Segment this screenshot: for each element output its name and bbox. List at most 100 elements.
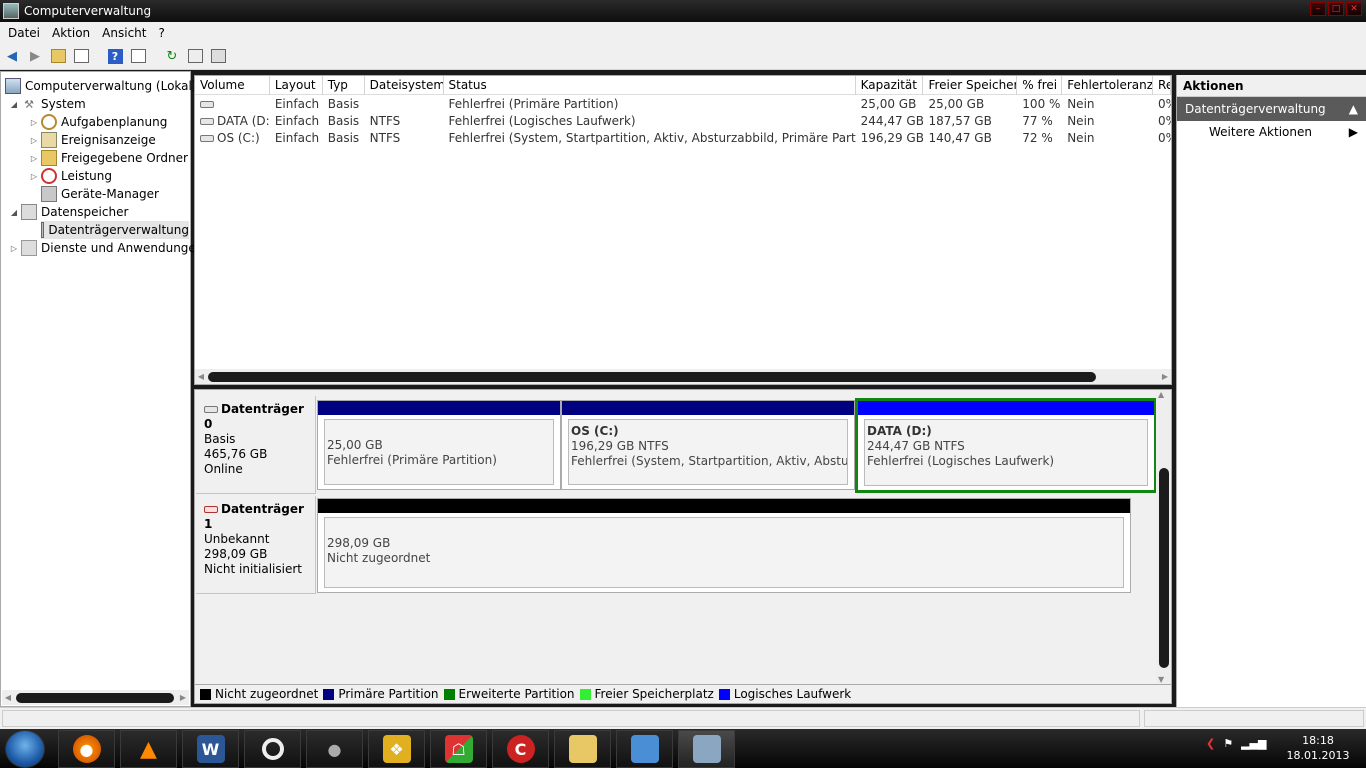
tree-item-geraete-manager[interactable]: Geräte-Manager	[41, 185, 159, 203]
column-status[interactable]: Status	[444, 76, 856, 95]
tree-item-leistung[interactable]: ▷ Leistung	[29, 167, 112, 185]
menu-help[interactable]: ?	[152, 26, 170, 40]
actions-section-datentraegerverwaltung[interactable]: Datenträgerverwaltung ▲	[1177, 97, 1366, 121]
tree-item-datenspeicher[interactable]: ◢ Datenspeicher	[9, 203, 128, 221]
disk-icon	[204, 406, 218, 413]
clock-icon	[41, 114, 57, 130]
word-taskbar-button[interactable]: W	[182, 730, 239, 768]
control-panel-taskbar-button[interactable]	[616, 730, 673, 768]
disk1-partition-unallocated[interactable]: 298,09 GB Nicht zugeordnet	[317, 498, 1131, 593]
properties-icon[interactable]	[186, 47, 204, 65]
taskbar-clock[interactable]: 18:18 18.01.2013	[1276, 733, 1360, 763]
folder-icon	[568, 735, 597, 763]
collapsed-triangle-icon[interactable]: ▷	[29, 136, 39, 145]
start-button[interactable]	[5, 730, 45, 768]
submenu-arrow-icon: ▶	[1348, 125, 1358, 139]
tree-item-freigegebene-ordner[interactable]: ▷ Freigegebene Ordner	[29, 149, 188, 167]
expanded-triangle-icon[interactable]: ◢	[9, 100, 19, 109]
back-arrow-icon[interactable]: ◀	[3, 47, 21, 65]
tree-item-system[interactable]: ◢ ⚒ System	[9, 95, 86, 113]
table-row[interactable]: OS (C:) Einfach Basis NTFS Fehlerfrei (S…	[195, 130, 1171, 147]
help-icon[interactable]: ?	[106, 47, 124, 65]
volume-list: Volume Layout Typ Dateisystem Status Kap…	[194, 75, 1172, 385]
column-re[interactable]: Re	[1153, 76, 1171, 95]
ccleaner-taskbar-button[interactable]: C	[492, 730, 549, 768]
menu-aktion[interactable]: Aktion	[46, 26, 96, 40]
tree-item-datentraegerverwaltung[interactable]: Datenträgerverwaltung	[41, 221, 189, 239]
security-taskbar-button[interactable]: ☖	[430, 730, 487, 768]
device-manager-icon	[41, 186, 57, 202]
window-title: Computerverwaltung	[24, 4, 152, 18]
computer-management-taskbar-button[interactable]	[678, 730, 735, 768]
legend: Nicht zugeordnet Primäre Partition Erwei…	[194, 684, 1172, 704]
collapse-arrow-icon[interactable]: ▲	[1349, 97, 1358, 121]
disk0-label[interactable]: Datenträger 0 Basis 465,76 GB Online	[196, 396, 316, 494]
explorer-taskbar-button[interactable]	[554, 730, 611, 768]
scroll-left-icon[interactable]: ◀	[195, 369, 207, 384]
computer-management-icon	[692, 735, 721, 763]
table-row[interactable]: Einfach Basis Fehlerfrei (Primäre Partit…	[195, 96, 1171, 113]
menu-datei[interactable]: Datei	[2, 26, 46, 40]
disk0-partition-os-c[interactable]: OS (C:) 196,29 GB NTFS Fehlerfrei (Syste…	[561, 400, 855, 490]
network-signal-icon[interactable]: ▂▄▆	[1241, 737, 1266, 750]
scroll-left-icon[interactable]: ◀	[2, 690, 14, 705]
shield-icon: ☖	[444, 735, 473, 763]
tree-horizontal-scrollbar[interactable]: ◀ ▶	[2, 690, 189, 705]
minimize-button[interactable]: –	[1310, 2, 1326, 16]
show-hide-tree-icon[interactable]	[72, 47, 90, 65]
column-typ[interactable]: Typ	[323, 76, 365, 95]
tree-item-ereignisanzeige[interactable]: ▷ Ereignisanzeige	[29, 131, 156, 149]
refresh-icon[interactable]: ↻	[163, 47, 181, 65]
menu-bar: Datei Aktion Ansicht ?	[0, 22, 1366, 43]
firefox-taskbar-button[interactable]: ●	[58, 730, 115, 768]
show-hidden-icons-icon[interactable]: ❮	[1206, 737, 1215, 750]
column-fehlertoleranz[interactable]: Fehlertoleranz	[1062, 76, 1154, 95]
forward-arrow-icon[interactable]: ▶	[26, 47, 44, 65]
collapsed-triangle-icon[interactable]: ▷	[9, 244, 19, 253]
volume-list-horizontal-scrollbar[interactable]: ◀ ▶	[195, 369, 1171, 384]
column-dateisystem[interactable]: Dateisystem	[365, 76, 444, 95]
action-more-actions[interactable]: Weitere Aktionen ▶	[1177, 121, 1366, 144]
scrollbar-thumb[interactable]	[208, 372, 1096, 382]
app-ring-taskbar-button[interactable]	[244, 730, 301, 768]
disk1-label[interactable]: Datenträger 1 Unbekannt 298,09 GB Nicht …	[196, 496, 316, 594]
gimp-taskbar-button[interactable]: ●	[306, 730, 363, 768]
scroll-right-icon[interactable]: ▶	[1159, 369, 1171, 384]
services-icon	[21, 240, 37, 256]
collapsed-triangle-icon[interactable]: ▷	[29, 154, 39, 163]
collapsed-triangle-icon[interactable]: ▷	[29, 118, 39, 127]
column-volume[interactable]: Volume	[195, 76, 270, 95]
tree-item-root[interactable]: Computerverwaltung (Lokal)	[5, 77, 197, 95]
tree-item-dienste[interactable]: ▷ Dienste und Anwendungen	[9, 239, 203, 257]
column-kapazitaet[interactable]: Kapazität	[856, 76, 924, 95]
expanded-triangle-icon[interactable]: ◢	[9, 208, 19, 217]
disk0-partition-primary[interactable]: 25,00 GB Fehlerfrei (Primäre Partition)	[317, 400, 561, 490]
close-button[interactable]: ✕	[1346, 2, 1362, 16]
up-folder-icon[interactable]	[49, 47, 67, 65]
ccleaner-icon: C	[506, 735, 535, 763]
clock-time: 18:18	[1302, 734, 1334, 747]
tree-item-aufgabenplanung[interactable]: ▷ Aufgabenplanung	[29, 113, 167, 131]
scroll-right-icon[interactable]: ▶	[177, 690, 189, 705]
vlc-taskbar-button[interactable]: ▲	[120, 730, 177, 768]
scrollbar-thumb[interactable]	[16, 693, 174, 703]
settings-icon[interactable]	[209, 47, 227, 65]
maximize-button[interactable]: □	[1328, 2, 1344, 16]
column-freier-speicher[interactable]: Freier Speicher	[923, 76, 1018, 95]
actions-pane: Aktionen Datenträgerverwaltung ▲ Weitere…	[1176, 75, 1366, 707]
column-layout[interactable]: Layout	[270, 76, 323, 95]
app-yellow-taskbar-button[interactable]: ❖	[368, 730, 425, 768]
drive-icon	[200, 101, 214, 108]
actions-title: Aktionen	[1177, 75, 1366, 97]
collapsed-triangle-icon[interactable]: ▷	[29, 172, 39, 181]
menu-ansicht[interactable]: Ansicht	[96, 26, 152, 40]
disk-warning-icon	[204, 506, 218, 513]
action-center-flag-icon[interactable]: ⚑	[1223, 737, 1233, 750]
column-prozent-frei[interactable]: % frei	[1017, 76, 1063, 95]
show-hide-action-pane-icon[interactable]	[129, 47, 147, 65]
disk-pane-vertical-scrollbar[interactable]: ▲ ▼	[1156, 390, 1171, 684]
clock-date: 18.01.2013	[1286, 749, 1350, 762]
scrollbar-thumb[interactable]	[1159, 468, 1169, 668]
table-row[interactable]: DATA (D:) Einfach Basis NTFS Fehlerfrei …	[195, 113, 1171, 130]
disk0-partition-data-d[interactable]: DATA (D:) 244,47 GB NTFS Fehlerfrei (Log…	[855, 398, 1157, 493]
